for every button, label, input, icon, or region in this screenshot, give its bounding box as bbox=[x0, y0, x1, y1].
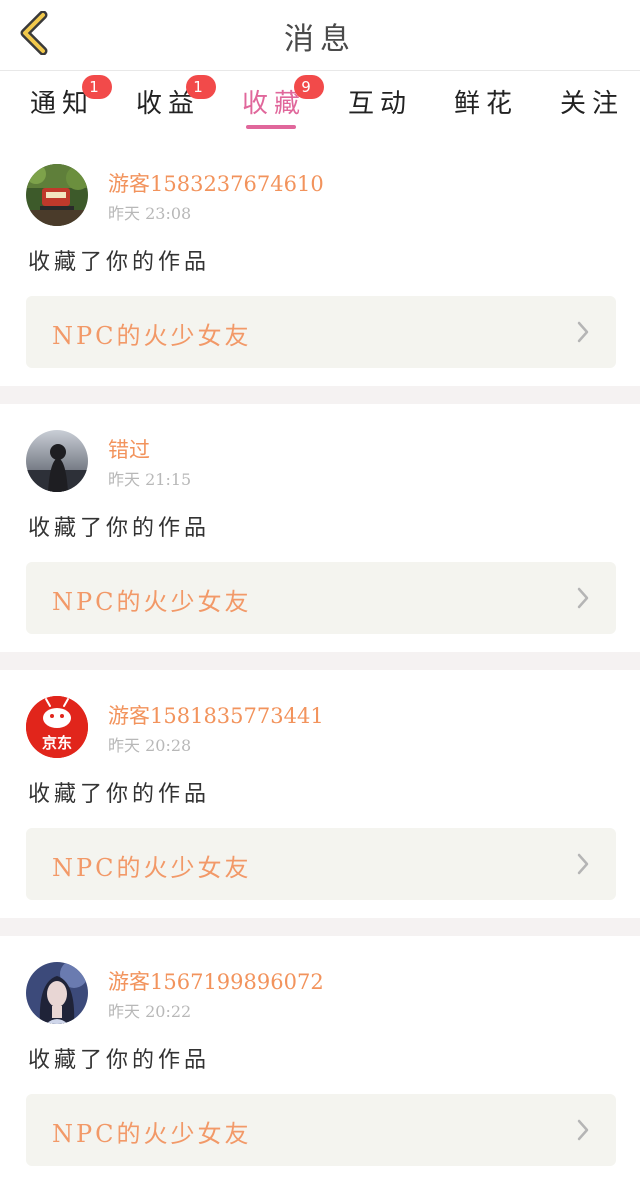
unread-badge: 1 bbox=[186, 75, 216, 99]
work-title: NPC的火少女友 bbox=[52, 322, 252, 350]
chevron-right-icon bbox=[577, 587, 589, 609]
tab-earnings[interactable]: 收益 1 bbox=[136, 75, 216, 120]
chevron-right-icon bbox=[577, 321, 589, 343]
chevron-right-icon bbox=[577, 853, 589, 875]
timestamp: 昨天 20:22 bbox=[108, 1002, 192, 1021]
work-title: NPC的火少女友 bbox=[52, 854, 252, 882]
tab-flowers[interactable]: 鲜花 bbox=[454, 83, 518, 120]
avatar-brand-text: 京东 bbox=[41, 734, 72, 752]
message-item: 游客1583237674610 昨天 23:08 收藏了你的作品 NPC的火少女… bbox=[0, 138, 640, 386]
timestamp: 昨天 20:28 bbox=[108, 736, 192, 755]
unread-badge: 1 bbox=[82, 75, 112, 99]
train-photo-avatar-icon bbox=[26, 164, 88, 226]
divider bbox=[0, 386, 640, 404]
action-text: 收藏了你的作品 bbox=[28, 782, 211, 807]
work-title: NPC的火少女友 bbox=[52, 1120, 252, 1148]
avatar[interactable] bbox=[26, 164, 88, 226]
tab-notifications[interactable]: 通知 1 bbox=[30, 75, 112, 120]
avatar[interactable]: 京东 bbox=[26, 696, 88, 758]
unread-badge: 9 bbox=[294, 75, 324, 99]
work-link[interactable]: NPC的火少女友 bbox=[26, 828, 616, 900]
tab-interactions[interactable]: 互动 bbox=[348, 83, 412, 120]
portrait-avatar-icon bbox=[26, 962, 88, 1024]
work-link[interactable]: NPC的火少女友 bbox=[26, 296, 616, 368]
divider bbox=[0, 918, 640, 936]
action-text: 收藏了你的作品 bbox=[28, 1048, 211, 1073]
tab-label: 鲜花 bbox=[454, 89, 519, 119]
username[interactable]: 游客1583237674610 bbox=[108, 168, 324, 198]
divider bbox=[0, 652, 640, 670]
message-item: 游客1567199896072 昨天 20:22 收藏了你的作品 NPC的火少女… bbox=[0, 936, 640, 1184]
tab-favorites[interactable]: 收藏 9 bbox=[242, 75, 324, 129]
work-title: NPC的火少女友 bbox=[52, 588, 252, 616]
message-item: 错过 昨天 21:15 收藏了你的作品 NPC的火少女友 bbox=[0, 404, 640, 652]
tab-follows[interactable]: 关注 bbox=[560, 83, 624, 120]
message-item: 京东 游客1581835773441 昨天 20:28 收藏了你的作品 NPC的… bbox=[0, 670, 640, 918]
girl-silhouette-avatar-icon bbox=[26, 430, 88, 492]
timestamp: 昨天 21:15 bbox=[108, 470, 192, 489]
tab-label: 互动 bbox=[348, 89, 413, 119]
work-link[interactable]: NPC的火少女友 bbox=[26, 562, 616, 634]
avatar[interactable] bbox=[26, 430, 88, 492]
username[interactable]: 游客1581835773441 bbox=[108, 700, 324, 730]
username[interactable]: 错过 bbox=[108, 434, 150, 464]
tab-label: 关注 bbox=[560, 89, 625, 119]
username[interactable]: 游客1567199896072 bbox=[108, 966, 324, 996]
avatar[interactable] bbox=[26, 962, 88, 1024]
active-tab-indicator bbox=[246, 125, 297, 129]
header-bar: 消息 bbox=[0, 0, 640, 71]
chevron-right-icon bbox=[577, 1119, 589, 1141]
action-text: 收藏了你的作品 bbox=[28, 516, 211, 541]
page-title: 消息 bbox=[284, 22, 356, 57]
tab-bar: 通知 1 收益 1 收藏 9 互动 鲜花 关注 bbox=[0, 71, 640, 133]
timestamp: 昨天 23:08 bbox=[108, 204, 192, 223]
work-link[interactable]: NPC的火少女友 bbox=[26, 1094, 616, 1166]
action-text: 收藏了你的作品 bbox=[28, 250, 211, 275]
